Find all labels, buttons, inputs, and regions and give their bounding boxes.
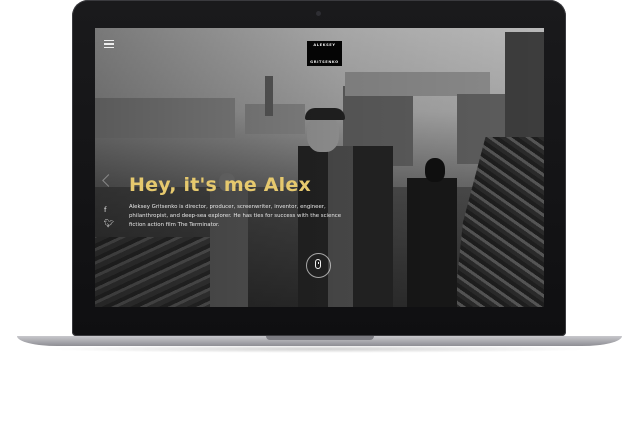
hero-bio: Aleksey Gritsenko is director, producer,…: [129, 204, 342, 228]
logo-line-1: ALEKSEY: [313, 43, 336, 47]
hamburger-menu-icon[interactable]: [104, 40, 114, 48]
laptop-shadow: [40, 345, 600, 353]
facebook-icon[interactable]: f: [104, 206, 106, 214]
site-logo[interactable]: ALEKSEY GRITSENKO: [307, 41, 342, 66]
logo-line-2: GRITSENKO: [310, 60, 339, 64]
webcam: [316, 11, 321, 16]
website-screen: ALEKSEY GRITSENKO f 🐦︎ Hey, it's me Alex…: [95, 28, 544, 307]
hero-headline: Hey, it's me Alex: [129, 174, 311, 196]
scroll-down-button[interactable]: [306, 253, 331, 278]
mouse-scroll-icon: [315, 259, 321, 269]
twitter-icon[interactable]: 🐦︎: [104, 220, 114, 228]
laptop-base-notch: [266, 336, 374, 340]
